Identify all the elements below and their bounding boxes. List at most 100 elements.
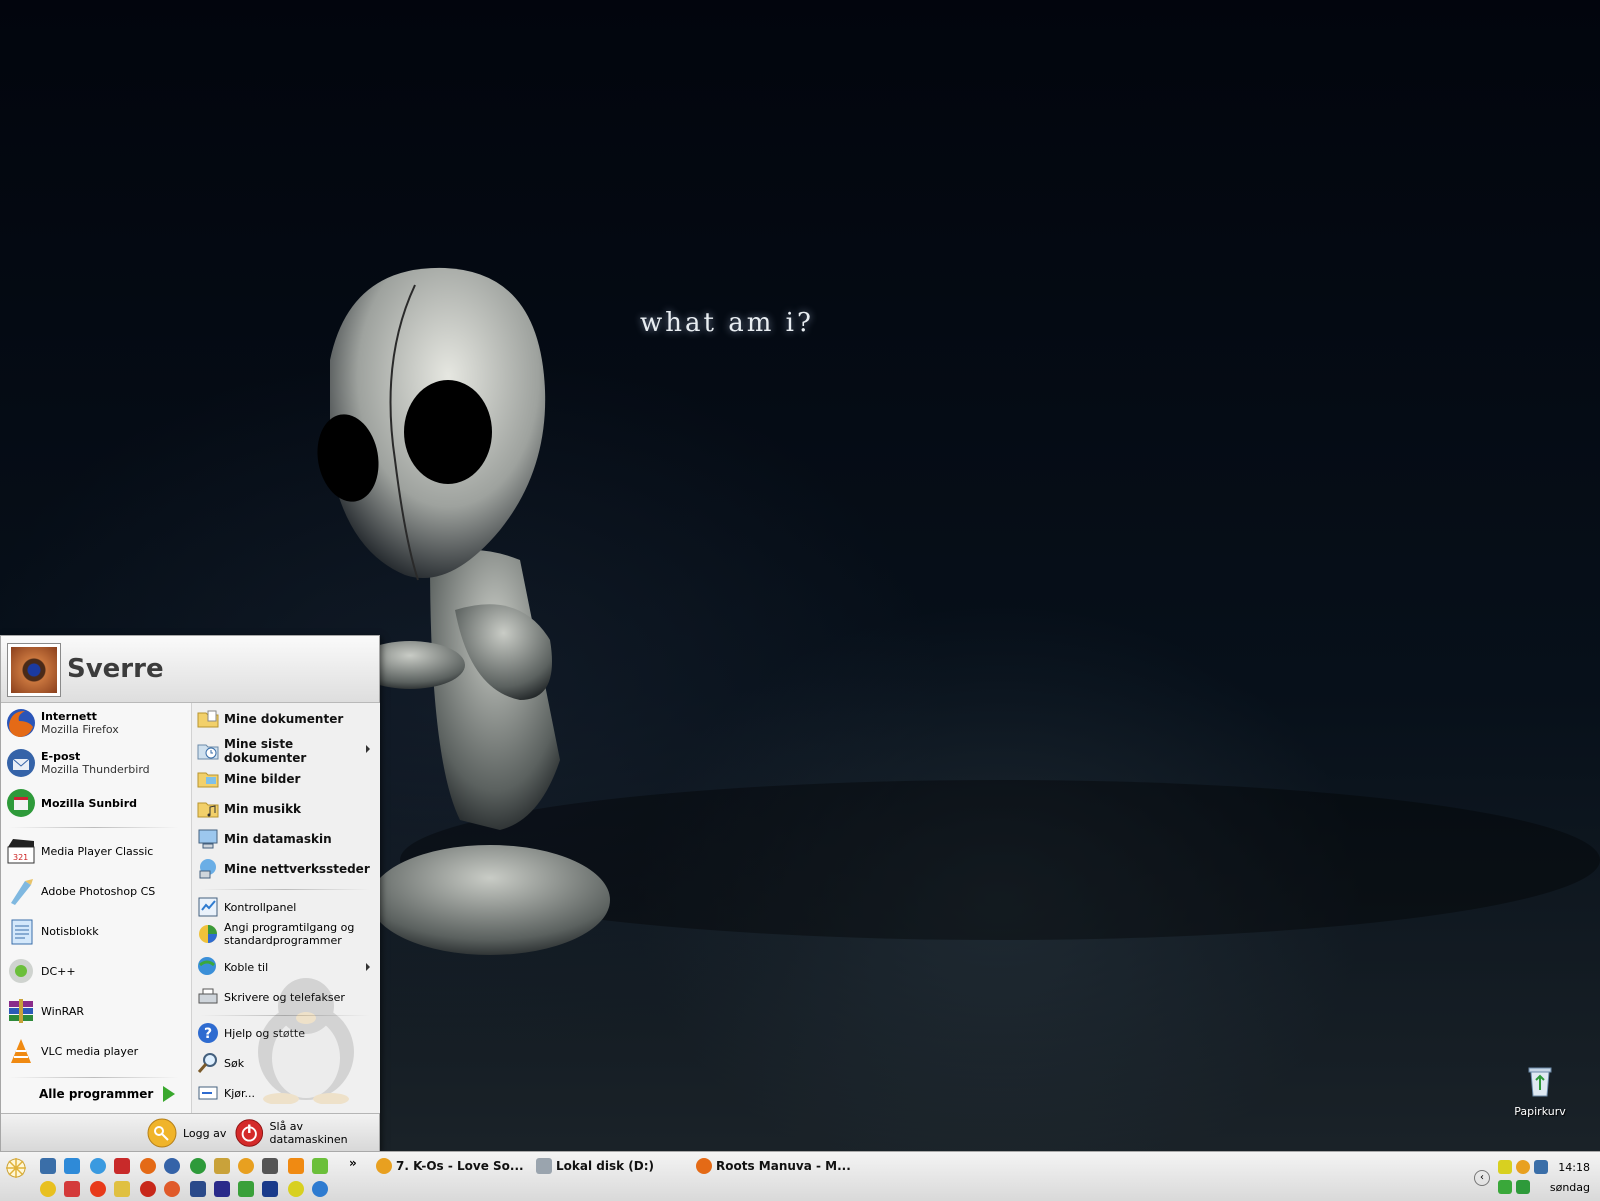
place-my-computer[interactable]: Min datamaskin <box>196 827 332 851</box>
task-button-winamp[interactable]: 7. K-Os - Love So... <box>376 1156 524 1176</box>
quicklaunch-winamp-icon[interactable] <box>238 1158 254 1174</box>
start-menu-header: Sverre <box>1 636 379 703</box>
tool-search[interactable]: Søk <box>196 1051 244 1075</box>
taskbar: » 7. K-Os - Love So... Lokal disk (D:) R… <box>0 1151 1600 1201</box>
firefox-icon <box>7 709 35 737</box>
quicklaunch-pencil-icon[interactable] <box>214 1158 230 1174</box>
quicklaunch-app-icon[interactable] <box>90 1181 106 1197</box>
user-name: Sverre <box>67 654 164 684</box>
quicklaunch-app-icon[interactable] <box>262 1181 278 1197</box>
quicklaunch-app-icon[interactable] <box>288 1181 304 1197</box>
quicklaunch-app-icon[interactable] <box>190 1181 206 1197</box>
pinned-item-subtitle: Mozilla Firefox <box>41 723 119 736</box>
svg-text:321: 321 <box>13 853 28 862</box>
media-player-classic-icon: 321 <box>7 839 35 864</box>
start-button[interactable] <box>4 1156 28 1180</box>
recycle-bin-icon <box>1528 1067 1552 1097</box>
tray-winamp-icon[interactable] <box>1516 1160 1530 1174</box>
connect-icon <box>198 957 216 975</box>
recent-item-winrar[interactable]: WinRAR <box>5 995 84 1027</box>
arrow-right-icon <box>163 1086 176 1102</box>
task-button-local-disk[interactable]: Lokal disk (D:) <box>536 1156 654 1176</box>
search-icon <box>197 1053 217 1073</box>
place-label: Mine siste dokumenter <box>224 737 307 765</box>
recent-item-dcplusplus[interactable]: DC++ <box>5 955 76 987</box>
setting-program-access[interactable]: Angi programtilgang og standardprogrammer <box>196 921 354 947</box>
quicklaunch-app-icon[interactable] <box>312 1181 328 1197</box>
setting-control-panel[interactable]: Kontrollpanel <box>196 895 296 919</box>
recent-item-photoshop[interactable]: Adobe Photoshop CS <box>5 875 155 907</box>
user-picture-icon <box>11 647 57 693</box>
quicklaunch-keys-icon[interactable] <box>114 1181 130 1197</box>
setting-label: Koble til <box>224 960 269 974</box>
place-my-pictures[interactable]: Mine bilder <box>196 767 300 791</box>
task-label: Lokal disk (D:) <box>556 1159 654 1173</box>
tray-signal-icon[interactable] <box>1516 1180 1530 1194</box>
tray-app-icon[interactable] <box>1498 1160 1512 1174</box>
pinned-item-sunbird[interactable]: Mozilla Sunbird <box>5 787 137 819</box>
separator <box>9 1077 179 1078</box>
quicklaunch-app-icon[interactable] <box>238 1181 254 1197</box>
avatar[interactable] <box>7 643 61 697</box>
place-my-documents[interactable]: Mine dokumenter <box>196 707 343 731</box>
quicklaunch-media-player-classic-icon[interactable] <box>262 1158 278 1174</box>
clock[interactable]: 14:18 søndag <box>1550 1158 1590 1198</box>
quicklaunch-norton-icon[interactable] <box>40 1181 56 1197</box>
pinned-item-email[interactable]: E-post Mozilla Thunderbird <box>5 747 150 779</box>
pinned-item-title: Mozilla Sunbird <box>41 796 137 810</box>
setting-label: Angi programtilgang og <box>224 921 355 934</box>
quicklaunch-app-icon[interactable] <box>312 1158 328 1174</box>
all-programs-button[interactable]: Alle programmer <box>39 1086 176 1102</box>
quicklaunch-app-icon[interactable] <box>214 1181 230 1197</box>
place-network-places[interactable]: Mine nettverkssteder <box>196 857 370 881</box>
desktop-icon-recycle-bin[interactable]: Papirkurv <box>1500 1064 1580 1118</box>
quicklaunch-app-icon[interactable] <box>164 1181 180 1197</box>
quicklaunch-app-icon[interactable] <box>64 1181 80 1197</box>
quicklaunch-sunbird-icon[interactable] <box>190 1158 206 1174</box>
penguin-watermark-icon <box>258 978 354 1104</box>
place-label: Mine nettverkssteder <box>224 862 370 876</box>
clock-time: 14:18 <box>1558 1161 1590 1174</box>
logoff-label: Logg av <box>183 1126 227 1140</box>
sunbird-icon <box>7 789 35 817</box>
control-panel-icon <box>198 897 218 917</box>
place-my-music[interactable]: Min musikk <box>196 797 301 821</box>
network-places-icon <box>199 859 216 879</box>
quicklaunch-vlc-icon[interactable] <box>288 1158 304 1174</box>
recent-item-label: DC++ <box>41 964 76 978</box>
quicklaunch-thunderbird-icon[interactable] <box>164 1158 180 1174</box>
dcplusplus-icon <box>9 959 33 983</box>
quicklaunch-app-icon[interactable] <box>140 1181 156 1197</box>
tool-run[interactable]: Kjør... <box>196 1081 255 1105</box>
quicklaunch-show-desktop-icon[interactable] <box>40 1158 56 1174</box>
recent-item-media-player-classic[interactable]: 321 Media Player Classic <box>5 835 153 867</box>
setting-label: Kontrollpanel <box>224 900 297 914</box>
task-label: Roots Manuva - M... <box>716 1159 851 1173</box>
quicklaunch-internet-explorer-icon[interactable] <box>90 1158 106 1174</box>
winamp-icon <box>376 1158 392 1174</box>
recent-item-notepad[interactable]: Notisblokk <box>5 915 99 947</box>
quicklaunch-more-button[interactable]: » <box>349 1156 357 1170</box>
start-menu: Sverre Internett Mozilla Firefox E-post Mo… <box>0 635 380 1151</box>
shutdown-button[interactable]: Slå av datamaskinen <box>235 1118 379 1148</box>
tray-network-icon[interactable] <box>1534 1160 1548 1174</box>
quicklaunch-firefox-icon[interactable] <box>140 1158 156 1174</box>
place-label: Mine bilder <box>224 772 301 786</box>
photoshop-icon <box>11 879 33 905</box>
shutdown-label: Slå av datamaskinen <box>269 1120 348 1146</box>
show-hidden-icons-button[interactable]: ‹ <box>1474 1170 1490 1186</box>
logoff-button[interactable]: Logg av <box>147 1118 226 1148</box>
winrar-icon <box>9 999 33 1023</box>
quicklaunch-explorer-icon[interactable] <box>64 1158 80 1174</box>
key-icon <box>147 1118 177 1148</box>
pinned-item-internet[interactable]: Internett Mozilla Firefox <box>5 707 119 739</box>
quicklaunch-opera-icon[interactable] <box>114 1158 130 1174</box>
all-programs-label: Alle programmer <box>39 1087 154 1101</box>
task-button-firefox[interactable]: Roots Manuva - M... <box>696 1156 851 1176</box>
recent-item-label: Media Player Classic <box>41 844 154 858</box>
tray-download-icon[interactable] <box>1498 1180 1512 1194</box>
separator <box>200 889 370 890</box>
recent-item-vlc[interactable]: VLC media player <box>5 1035 138 1067</box>
separator <box>9 827 179 828</box>
place-recent-documents[interactable]: Mine siste dokumenter <box>196 737 376 765</box>
